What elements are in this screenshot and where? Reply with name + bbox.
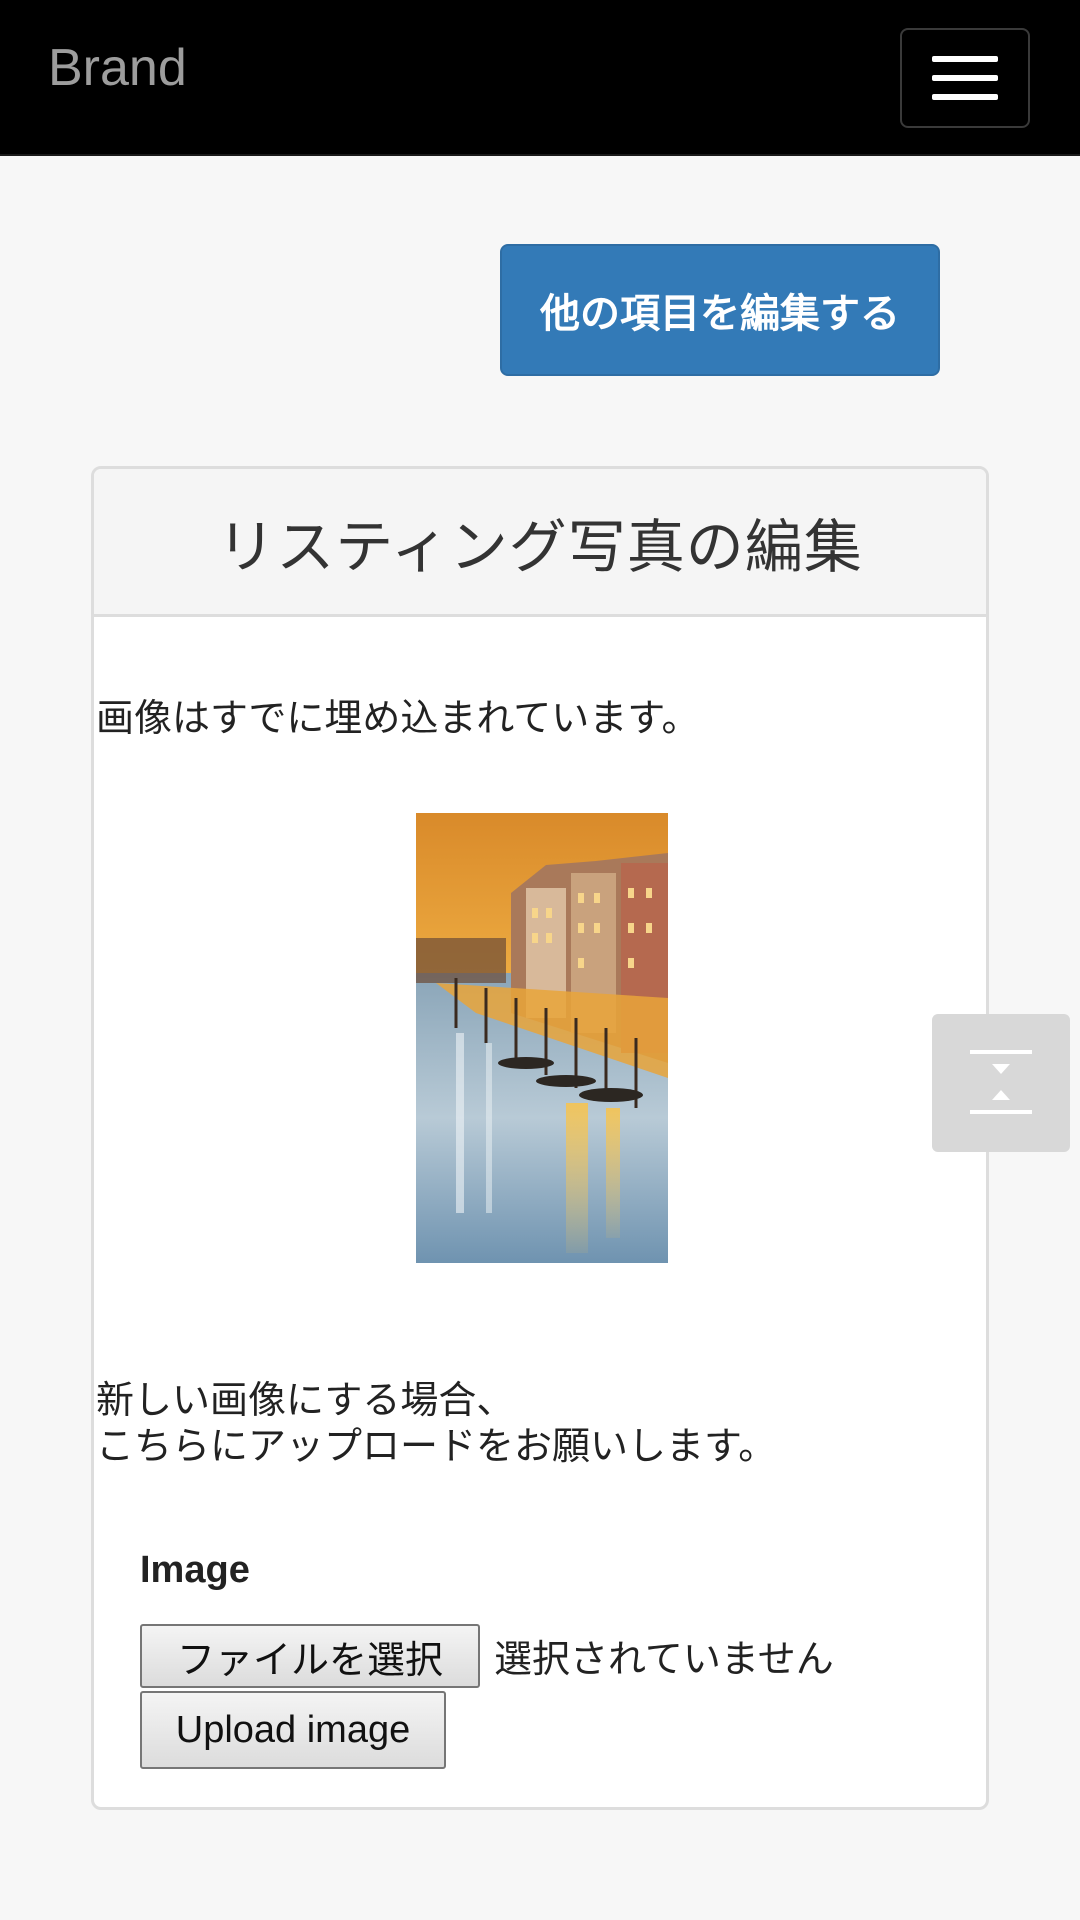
choose-file-button[interactable]: ファイルを選択 bbox=[140, 1624, 480, 1688]
scroll-widget-button[interactable] bbox=[932, 1014, 1070, 1152]
upload-instructions-line1: 新しい画像にする場合、 bbox=[96, 1378, 515, 1422]
upload-instructions: 新しい画像にする場合、 こちらにアップロードをお願いします。 bbox=[96, 1377, 776, 1469]
panel-title: リスティング写真の編集 bbox=[217, 512, 863, 581]
embedded-status-text: 画像はすでに埋め込まれています。 bbox=[96, 696, 700, 740]
upload-image-button[interactable]: Upload image bbox=[140, 1691, 446, 1769]
no-file-selected-text: 選択されていません bbox=[494, 1637, 834, 1681]
upload-instructions-line2: こちらにアップロードをお願いします。 bbox=[96, 1424, 777, 1468]
edit-other-items-button[interactable]: 他の項目を編集する bbox=[500, 244, 940, 376]
listing-photo-panel: リスティング写真の編集 画像はすでに埋め込まれています。 新しい画像にする場合、… bbox=[91, 466, 989, 1810]
image-field-label: Image bbox=[140, 1549, 250, 1591]
brand-link[interactable]: Brand bbox=[48, 42, 187, 94]
navbar: Brand bbox=[0, 0, 1080, 156]
panel-heading: リスティング写真の編集 bbox=[94, 469, 986, 617]
listing-photo bbox=[416, 813, 668, 1263]
hamburger-menu-icon bbox=[932, 56, 998, 100]
scroll-top-bottom-icon bbox=[970, 1050, 1032, 1114]
menu-toggle-button[interactable] bbox=[900, 28, 1030, 128]
